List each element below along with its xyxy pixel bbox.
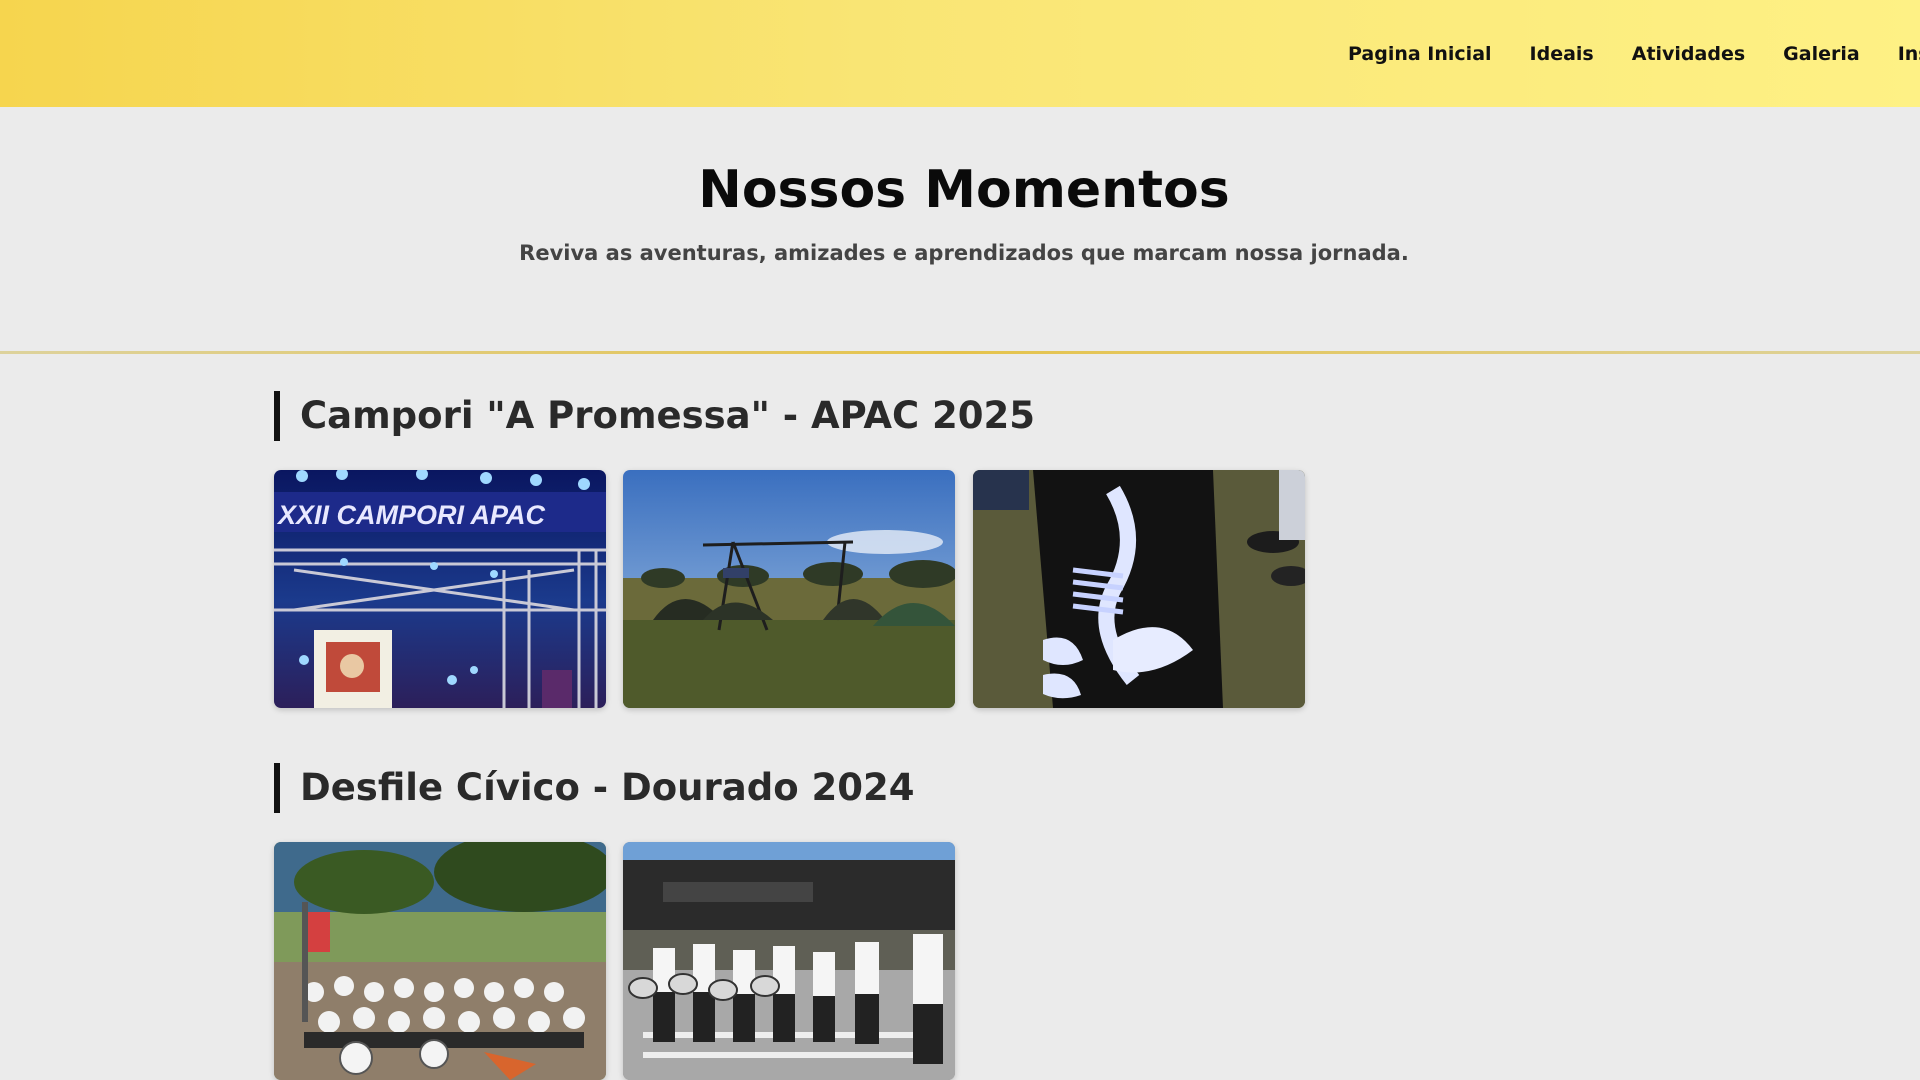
section-title-campori: Campori "A Promessa" - APAC 2025 xyxy=(274,391,1035,441)
campsite-photo-image xyxy=(623,470,955,708)
photo-group[interactable] xyxy=(274,842,606,1080)
group-photo-image xyxy=(274,842,606,1080)
main-nav: Pagina Inicial Ideais Atividades Galeria… xyxy=(1348,0,1920,107)
stage-photo-image: XXII CAMPORI APAC xyxy=(274,470,606,708)
photo-stage[interactable]: XXII CAMPORI APAC xyxy=(274,470,606,708)
nav-link-home[interactable]: Pagina Inicial xyxy=(1348,43,1492,65)
stage-banner-text: XXII CAMPORI APAC xyxy=(276,500,546,530)
section-divider xyxy=(0,351,1920,354)
page-subtitle: Reviva as aventuras, amizades e aprendiz… xyxy=(519,241,1409,265)
nav-link-activities[interactable]: Atividades xyxy=(1632,43,1745,65)
photo-stencil-art[interactable] xyxy=(973,470,1305,708)
stencil-art-photo-image xyxy=(973,470,1305,708)
drum-parade-photo-image xyxy=(623,842,955,1080)
top-navigation-bar: Pagina Inicial Ideais Atividades Galeria… xyxy=(0,0,1920,107)
nav-link-ideals[interactable]: Ideais xyxy=(1530,43,1594,65)
photo-campsite[interactable] xyxy=(623,470,955,708)
section-title-desfile: Desfile Cívico - Dourado 2024 xyxy=(274,763,914,813)
nav-link-registrations[interactable]: Inscrições xyxy=(1898,43,1920,65)
page-title: Nossos Momentos xyxy=(698,160,1230,220)
nav-link-gallery[interactable]: Galeria xyxy=(1783,43,1860,65)
photo-drum-parade[interactable] xyxy=(623,842,955,1080)
